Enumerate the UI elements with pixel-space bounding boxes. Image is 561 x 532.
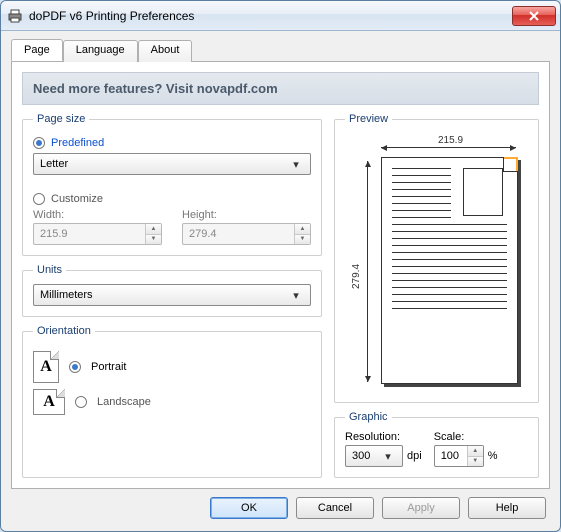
chevron-down-icon: ▾ (380, 450, 396, 463)
scale-label: Scale: (434, 431, 498, 443)
resolution-label: Resolution: (345, 431, 422, 443)
preview-canvas: 215.9 279.4 (345, 133, 528, 392)
predefined-label: Predefined (51, 137, 104, 149)
dpi-label: dpi (407, 450, 422, 462)
tab-language[interactable]: Language (63, 40, 138, 62)
landscape-label: Landscape (97, 396, 151, 408)
predefined-radio[interactable] (33, 137, 45, 149)
promo-banner[interactable]: Need more features? Visit novapdf.com (22, 72, 539, 105)
preset-value: Letter (40, 158, 68, 170)
preview-width-dim: 215.9 (385, 135, 516, 146)
preview-height-dim: 279.4 (351, 173, 362, 380)
window-title: doPDF v6 Printing Preferences (29, 9, 512, 23)
predefined-radio-row[interactable]: Predefined (33, 137, 311, 149)
height-input: 279.4 ▲▼ (182, 223, 311, 245)
help-button[interactable]: Help (468, 497, 546, 519)
cancel-button[interactable]: Cancel (296, 497, 374, 519)
tab-page[interactable]: Page (11, 39, 63, 61)
tab-about-label: About (151, 44, 180, 56)
ok-label: OK (241, 502, 257, 514)
tab-page-label: Page (24, 44, 50, 56)
scale-spinner[interactable]: ▲▼ (467, 446, 483, 466)
customize-radio[interactable] (33, 193, 45, 205)
tab-language-label: Language (76, 44, 125, 56)
customize-radio-row[interactable]: Customize (33, 193, 311, 205)
titlebar: doPDF v6 Printing Preferences (1, 1, 560, 31)
preview-group: Preview 215.9 279.4 (334, 113, 539, 403)
arrow-horizontal-icon (381, 147, 516, 148)
page-size-legend: Page size (33, 113, 89, 125)
dialog-window: doPDF v6 Printing Preferences Page Langu… (0, 0, 561, 532)
tab-about[interactable]: About (138, 40, 193, 62)
units-select[interactable]: Millimeters ▾ (33, 284, 311, 306)
portrait-label: Portrait (91, 361, 126, 373)
button-bar: OK Cancel Apply Help (11, 489, 550, 521)
page-size-group: Page size Predefined Letter ▾ Custom (22, 113, 322, 256)
printer-icon (7, 8, 23, 24)
client-area: Page Language About Need more features? … (1, 31, 560, 531)
scale-value: 100 (441, 450, 459, 462)
resolution-value: 300 (352, 450, 370, 462)
preset-select[interactable]: Letter ▾ (33, 153, 311, 175)
paper-icon (381, 157, 518, 384)
apply-button: Apply (382, 497, 460, 519)
width-value: 215.9 (40, 228, 68, 240)
width-input: 215.9 ▲▼ (33, 223, 162, 245)
height-label: Height: (182, 209, 311, 221)
arrow-vertical-icon (367, 161, 368, 382)
preview-legend: Preview (345, 113, 392, 125)
percent-label: % (488, 450, 498, 462)
graphic-legend: Graphic (345, 411, 392, 423)
tabstrip: Page Language About (11, 40, 550, 62)
ok-button[interactable]: OK (210, 497, 288, 519)
landscape-radio[interactable] (75, 396, 87, 408)
units-group: Units Millimeters ▾ (22, 264, 322, 317)
height-spinner: ▲▼ (294, 224, 310, 244)
portrait-row[interactable]: A Portrait (33, 351, 311, 383)
portrait-radio[interactable] (69, 361, 81, 373)
apply-label: Apply (407, 502, 435, 514)
graphic-group: Graphic Resolution: 300 ▾ dpi (334, 411, 539, 478)
orientation-legend: Orientation (33, 325, 95, 337)
cancel-label: Cancel (318, 502, 352, 514)
close-button[interactable] (512, 6, 556, 26)
chevron-down-icon: ▾ (288, 158, 304, 171)
height-value: 279.4 (189, 228, 217, 240)
text-lines-icon (392, 168, 507, 373)
scale-input[interactable]: 100 ▲▼ (434, 445, 484, 467)
customize-label: Customize (51, 193, 103, 205)
portrait-icon: A (33, 351, 59, 383)
tab-panel: Need more features? Visit novapdf.com Pa… (11, 61, 550, 489)
units-value: Millimeters (40, 289, 93, 301)
width-label: Width: (33, 209, 162, 221)
width-spinner: ▲▼ (145, 224, 161, 244)
chevron-down-icon: ▾ (288, 289, 304, 302)
landscape-row[interactable]: A Landscape (33, 389, 311, 415)
units-legend: Units (33, 264, 66, 276)
help-label: Help (496, 502, 519, 514)
orientation-group: Orientation A Portrait A Landscape (22, 325, 322, 478)
resolution-select[interactable]: 300 ▾ (345, 445, 403, 467)
landscape-icon: A (33, 389, 65, 415)
